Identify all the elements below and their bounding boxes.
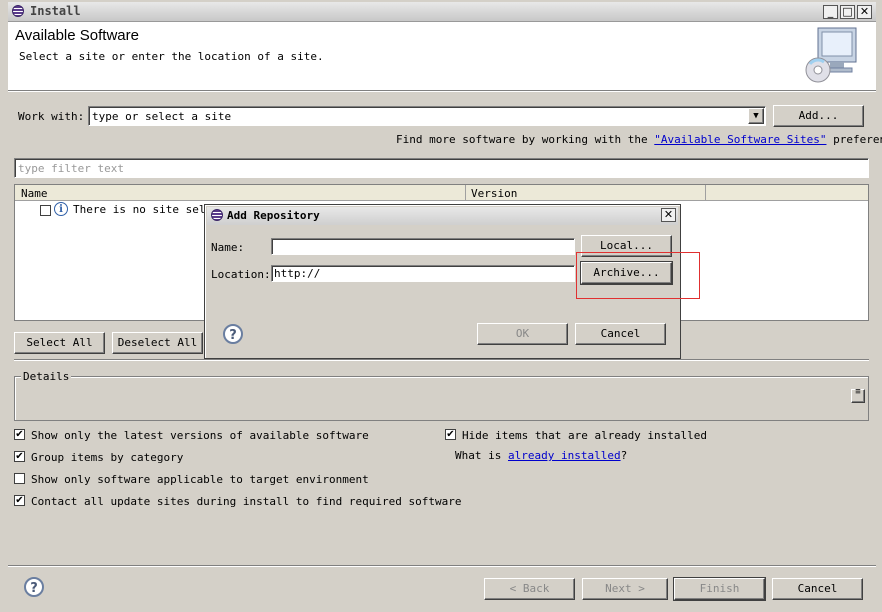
eclipse-icon <box>211 209 223 221</box>
target-checkbox[interactable] <box>14 473 25 484</box>
wizard-header: Available Software Select a site or ente… <box>8 22 876 90</box>
details-menu-icon[interactable]: ≡ <box>851 388 865 403</box>
back-button[interactable]: < Back <box>484 578 575 600</box>
name-label: Name: <box>211 241 245 254</box>
select-all-button[interactable]: Select All <box>14 332 105 354</box>
next-button[interactable]: Next > <box>582 578 668 600</box>
filter-input[interactable]: type filter text <box>14 158 869 178</box>
column-divider <box>465 185 466 201</box>
location-label: Location: <box>211 268 271 281</box>
contact-checkbox[interactable]: ✔ <box>14 495 25 506</box>
work-with-combo[interactable]: type or select a site ▼ <box>88 106 766 126</box>
target-label: Show only software applicable to target … <box>31 473 369 486</box>
cancel-button[interactable]: Cancel <box>772 578 863 600</box>
dialog-close-icon[interactable]: ✕ <box>661 208 676 222</box>
details-divider <box>14 359 869 361</box>
window-title: Install <box>30 4 81 18</box>
help-icon[interactable]: ? <box>24 577 44 597</box>
hide-installed-checkbox[interactable]: ✔ <box>445 429 456 440</box>
dialog-title: Add Repository <box>227 209 320 222</box>
filter-placeholder: type filter text <box>18 162 124 175</box>
work-with-label: Work with: <box>18 110 85 123</box>
finish-button[interactable]: Finish <box>673 577 766 601</box>
details-label: Details <box>21 370 72 383</box>
group-label: Group items by category <box>31 451 184 464</box>
ok-button[interactable]: OK <box>477 323 568 345</box>
column-version-header[interactable]: Version <box>471 187 517 200</box>
what-is-text: What is already installed? <box>455 449 628 462</box>
row-checkbox[interactable] <box>40 205 51 216</box>
already-installed-link[interactable]: already installed <box>508 449 621 462</box>
dropdown-arrow-icon[interactable]: ▼ <box>748 108 764 124</box>
dialog-titlebar[interactable]: Add Repository ✕ <box>207 207 678 225</box>
page-title: Available Software <box>15 27 139 44</box>
window-titlebar[interactable]: Install _ □ ✕ <box>8 2 876 22</box>
find-more-text: Find more software by working with the "… <box>396 133 882 146</box>
header-divider <box>8 90 876 92</box>
column-divider <box>705 185 706 201</box>
deselect-all-button[interactable]: Deselect All <box>112 332 203 354</box>
info-icon: i <box>54 202 68 216</box>
available-sites-link[interactable]: "Available Software Sites" <box>654 133 826 146</box>
location-input[interactable]: http:// <box>271 265 575 282</box>
group-checkbox[interactable]: ✔ <box>14 451 25 462</box>
install-banner-icon <box>804 26 860 84</box>
details-group: Details ≡ <box>14 370 869 421</box>
work-with-value: type or select a site <box>92 110 232 123</box>
latest-label: Show only the latest versions of availab… <box>31 429 369 442</box>
table-header <box>15 185 868 201</box>
eclipse-icon <box>12 5 24 17</box>
dialog-cancel-button[interactable]: Cancel <box>575 323 666 345</box>
maximize-icon[interactable]: □ <box>840 5 855 19</box>
location-value: http:// <box>274 267 321 280</box>
hide-installed-label: Hide items that are already installed <box>462 429 708 442</box>
highlight-box <box>576 252 700 299</box>
footer-divider <box>8 565 876 567</box>
page-subtitle: Select a site or enter the location of a… <box>19 50 324 63</box>
column-name-header[interactable]: Name <box>21 187 48 200</box>
add-site-button[interactable]: Add... <box>773 105 864 127</box>
contact-label: Contact all update sites during install … <box>31 495 462 508</box>
minimize-icon[interactable]: _ <box>823 5 838 19</box>
latest-checkbox[interactable]: ✔ <box>14 429 25 440</box>
dialog-help-icon[interactable]: ? <box>223 324 243 344</box>
name-input[interactable] <box>271 238 575 255</box>
table-row-text: There is no site selec <box>73 203 219 216</box>
close-icon[interactable]: ✕ <box>857 5 872 19</box>
